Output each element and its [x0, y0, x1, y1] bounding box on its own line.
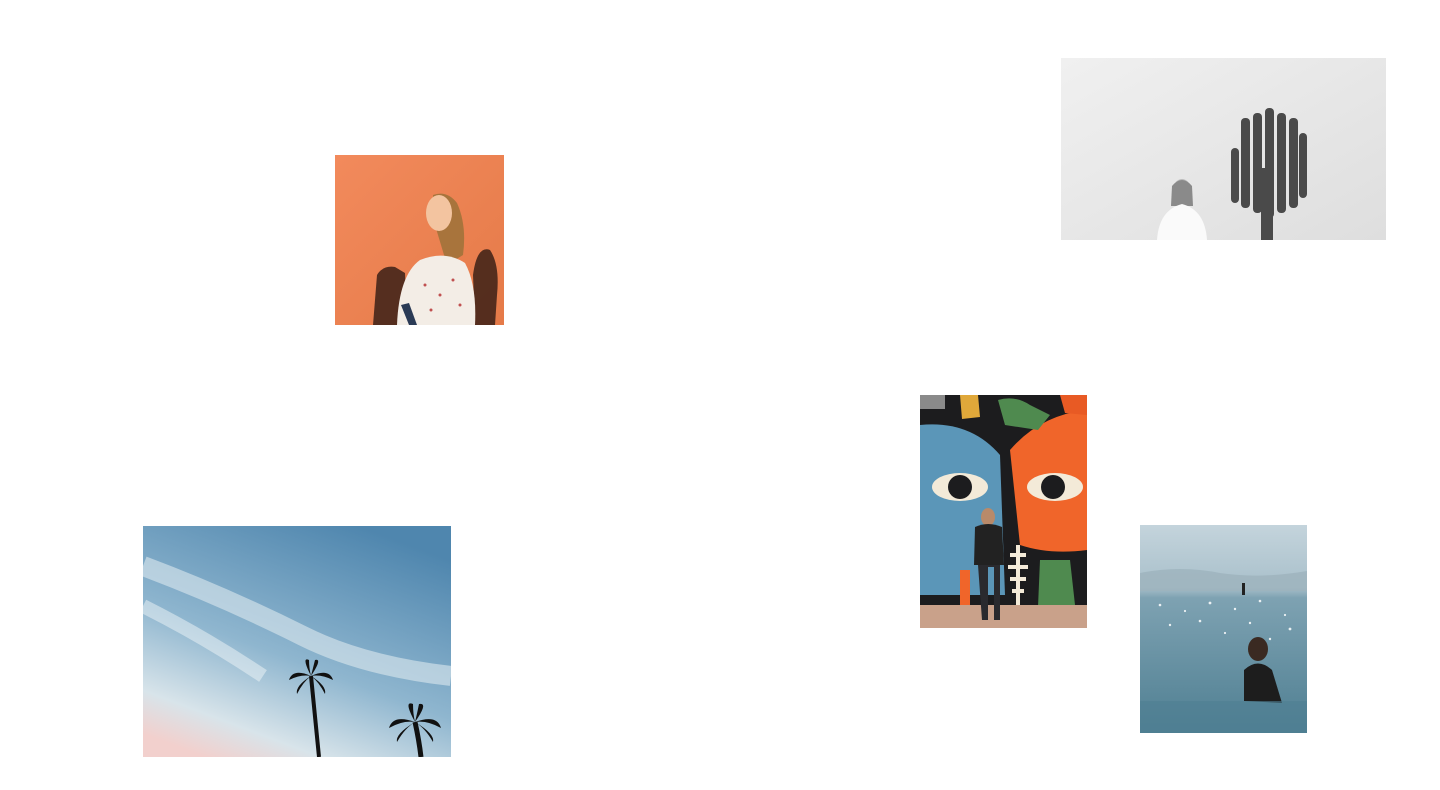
- photo-gallery-canvas: [0, 0, 1440, 790]
- woman-mural-photo[interactable]: [920, 395, 1087, 628]
- woman-in-sea-photo[interactable]: [1140, 525, 1307, 733]
- cactus-photo-icon: [1061, 58, 1386, 240]
- mural-photo-icon: [920, 395, 1087, 628]
- portrait-photo-icon: [335, 155, 504, 325]
- sea-photo-icon: [1140, 525, 1307, 733]
- palm-trees-sky-photo[interactable]: [143, 526, 451, 757]
- woman-cactus-wall-photo[interactable]: [1061, 58, 1386, 240]
- palm-tree-photo-icon: [143, 526, 451, 757]
- woman-orange-wall-photo[interactable]: [335, 155, 504, 325]
